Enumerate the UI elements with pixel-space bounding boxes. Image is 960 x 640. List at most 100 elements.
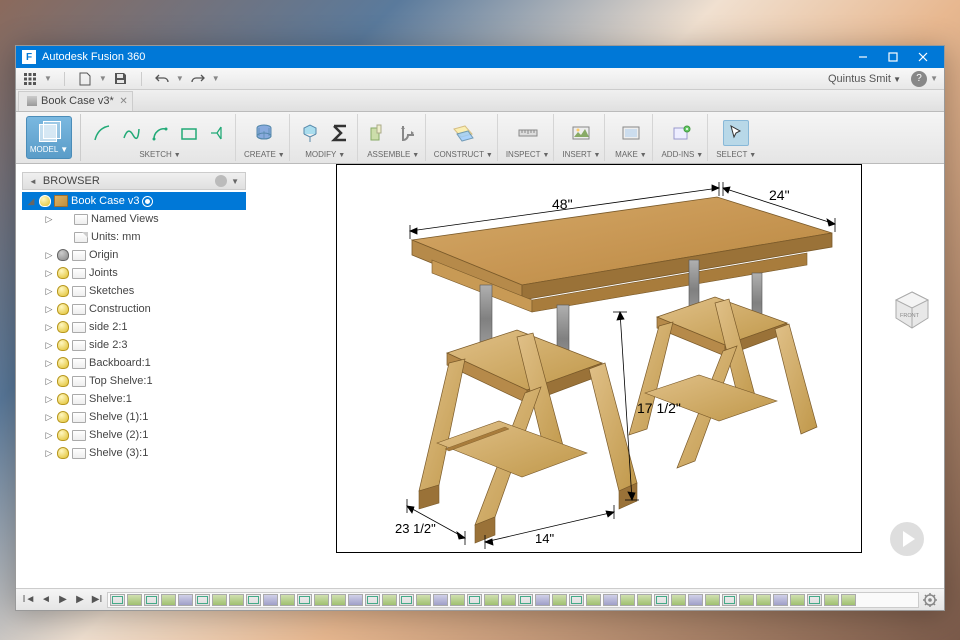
play-overlay-button[interactable] [890,522,924,556]
timeline-step[interactable] [229,594,244,606]
timeline-step[interactable] [518,594,533,606]
asbuilt-icon[interactable] [395,120,421,146]
workspace-model-button[interactable]: MODEL ▼ [26,116,72,159]
timeline-step[interactable] [144,594,159,606]
timeline-step[interactable] [552,594,567,606]
timeline-step[interactable] [416,594,431,606]
timeline-step[interactable] [824,594,839,606]
timeline-strip[interactable] [107,592,919,608]
tree-item[interactable]: ▷Top Shelve:1 [22,372,246,390]
line-tool-icon[interactable] [89,120,115,146]
pin-icon[interactable] [215,175,227,187]
help-button[interactable]: ? [911,71,927,87]
bulb-icon[interactable] [57,375,69,387]
ribbon-label-construct[interactable]: CONSTRUCT [434,150,493,159]
timeline-step[interactable] [195,594,210,606]
document-tab[interactable]: Book Case v3* ✕ [18,91,133,111]
timeline-step[interactable] [722,594,737,606]
maximize-button[interactable] [878,46,908,68]
timeline-step[interactable] [705,594,720,606]
timeline-step[interactable] [433,594,448,606]
bulb-icon[interactable] [39,195,51,207]
bulb-icon[interactable] [57,267,69,279]
save-icon[interactable] [113,71,129,87]
apps-icon[interactable] [22,71,38,87]
tree-item[interactable]: ▷Shelve (3):1 [22,444,246,462]
measure-icon[interactable] [515,120,541,146]
timeline-step[interactable] [382,594,397,606]
timeline-step[interactable] [110,594,125,606]
timeline-step[interactable] [654,594,669,606]
tree-item[interactable]: ▷Shelve (1):1 [22,408,246,426]
close-button[interactable] [908,46,938,68]
select-icon[interactable] [723,120,749,146]
timeline-play-icon[interactable]: ▶ [56,594,70,605]
insert-icon[interactable] [568,120,594,146]
bulb-icon[interactable] [57,285,69,297]
bulb-icon[interactable] [57,321,69,333]
tree-item[interactable]: ▷Sketches [22,282,246,300]
timeline-step[interactable] [484,594,499,606]
browser-header[interactable]: ◄ BROWSER ▼ [22,172,246,190]
undo-icon[interactable] [154,71,170,87]
pressPull-icon[interactable] [298,120,324,146]
make-icon[interactable] [618,120,644,146]
ribbon-label-sketch[interactable]: SKETCH [139,150,180,159]
spline-tool-icon[interactable] [118,120,144,146]
arc-tool-icon[interactable] [147,120,173,146]
close-tab-icon[interactable]: ✕ [119,96,127,107]
timeline-step[interactable] [450,594,465,606]
timeline-step[interactable] [280,594,295,606]
tree-item[interactable]: ▷Shelve:1 [22,390,246,408]
timeline-step[interactable] [671,594,686,606]
timeline-step[interactable] [569,594,584,606]
timeline-step[interactable] [297,594,312,606]
timeline-prev-icon[interactable]: ◄ [39,594,53,605]
tree-item[interactable]: ▷Named Views [22,210,246,228]
ribbon-label-assemble[interactable]: ASSEMBLE [367,150,419,159]
tree-item[interactable]: ▷side 2:1 [22,318,246,336]
timeline-step[interactable] [161,594,176,606]
bulb-icon[interactable] [57,249,69,261]
timeline-step[interactable] [807,594,822,606]
activate-icon[interactable] [142,196,153,207]
timeline-step[interactable] [127,594,142,606]
timeline-step[interactable] [688,594,703,606]
viewcube[interactable]: FRONT [890,288,934,332]
timeline-end-icon[interactable]: ▶I [90,594,104,605]
tree-item[interactable]: Units: mm [22,228,246,246]
timeline-step[interactable] [467,594,482,606]
minimize-button[interactable] [848,46,878,68]
addins-icon[interactable] [669,120,695,146]
plane-icon[interactable] [450,120,476,146]
redo-icon[interactable] [190,71,206,87]
tree-root[interactable]: ◢ Book Case v3 [22,192,246,210]
bulb-icon[interactable] [57,303,69,315]
timeline-step[interactable] [365,594,380,606]
tree-item[interactable]: ▷side 2:3 [22,336,246,354]
timeline-step[interactable] [535,594,550,606]
timeline-step[interactable] [331,594,346,606]
ribbon-label-create[interactable]: CREATE [244,150,285,159]
timeline-step[interactable] [501,594,516,606]
bulb-icon[interactable] [57,429,69,441]
timeline-step[interactable] [756,594,771,606]
user-menu[interactable]: Quintus Smit [828,73,901,85]
tree-item[interactable]: ▷Construction [22,300,246,318]
bulb-icon[interactable] [57,357,69,369]
timeline-step[interactable] [348,594,363,606]
timeline-step[interactable] [773,594,788,606]
ribbon-label-modify[interactable]: MODIFY [305,150,345,159]
settings-gear-icon[interactable] [922,592,938,608]
timeline-step[interactable] [212,594,227,606]
trim-tool-icon[interactable] [205,120,231,146]
ribbon-label-make[interactable]: MAKE [615,150,647,159]
timeline-step[interactable] [399,594,414,606]
ribbon-label-inspect[interactable]: INSPECT [506,150,550,159]
viewport[interactable]: 48" 24" 17 1/2" 23 1/2" 14" [336,164,862,553]
ribbon-label-insert[interactable]: INSERT [562,150,600,159]
timeline-step[interactable] [314,594,329,606]
tree-item[interactable]: ▷Shelve (2):1 [22,426,246,444]
ribbon-label-addins[interactable]: ADD-INS [661,150,703,159]
timeline-step[interactable] [739,594,754,606]
